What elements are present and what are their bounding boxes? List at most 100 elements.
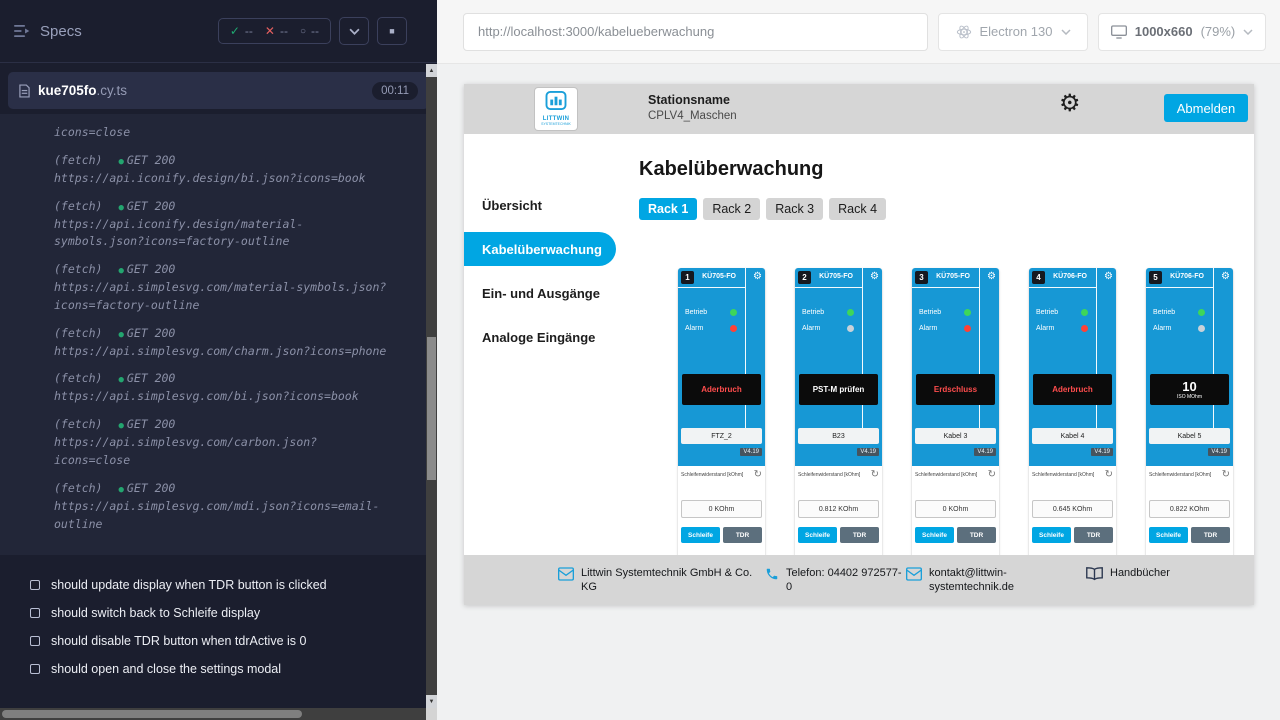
status-dot-icon: ● [118, 157, 123, 167]
device-settings-gear-icon[interactable]: ⚙ [753, 270, 762, 284]
tdr-button[interactable]: TDR [957, 527, 996, 543]
device-model-label: KÜ706-FO [1162, 273, 1212, 280]
rack-tab[interactable]: Rack 1 [639, 198, 697, 220]
fetch-log-entry[interactable]: (fetch)●GET 200 https://api.iconify.desi… [54, 152, 387, 188]
measurement-panel: Schleifenwiderstand [kOhm] ↻ 0 KOhm Schl… [912, 466, 999, 555]
http-status: GET 200 [127, 481, 175, 495]
refresh-icon[interactable]: ↻ [1222, 470, 1230, 480]
request-url: https://api.simplesvg.com/mdi.json?icons… [54, 498, 387, 534]
tdr-button[interactable]: TDR [1191, 527, 1230, 543]
measure-value: 0 KOhm [915, 500, 996, 518]
nav-item-label: Kabelüberwachung [482, 242, 602, 257]
http-status: GET 200 [127, 326, 175, 340]
stat-failed: ✕-- [265, 24, 288, 38]
refresh-icon[interactable]: ↻ [754, 470, 762, 480]
scrollbar-thumb[interactable] [427, 337, 436, 480]
device-settings-gear-icon[interactable]: ⚙ [1221, 270, 1230, 284]
test-row[interactable]: should open and close the settings modal [30, 655, 421, 683]
stop-run-button[interactable]: ■ [377, 17, 407, 45]
command-log: icons=close (fetch)●GET 200 https://api.… [0, 114, 437, 555]
device-model-label: KÜ705-FO [694, 273, 744, 280]
footer-phone: Telefon: 04402 972577-0 [765, 566, 904, 595]
test-stats-group: ✓-- ✕-- ○-- [218, 18, 331, 44]
viewport-size-select[interactable]: 1000x660 (79%) [1098, 13, 1266, 51]
specs-menu-button[interactable]: Specs [14, 23, 82, 40]
schleife-button[interactable]: Schleife [798, 527, 837, 543]
device-card: 5 KÜ706-FO ⚙ Betrieb Alarm [1146, 268, 1233, 555]
refresh-icon[interactable]: ↻ [1105, 470, 1113, 480]
measure-label: Schleifenwiderstand [kOhm] [798, 470, 860, 478]
collapse-button[interactable] [339, 17, 369, 45]
scroll-up-arrow[interactable]: ▲ [426, 64, 437, 77]
request-url: https://api.simplesvg.com/carbon.json?ic… [54, 434, 387, 470]
cable-name-field[interactable]: Kabel 3 [915, 428, 996, 444]
nav-item-label: Übersicht [482, 198, 542, 213]
alarm-led [1081, 325, 1088, 332]
rack-tab[interactable]: Rack 3 [766, 198, 823, 220]
cable-name-field[interactable]: FTZ_2 [681, 428, 762, 444]
status-display: Aderbruch [682, 374, 761, 405]
sidebar-nav-item[interactable]: Analoge Eingänge [464, 320, 619, 354]
http-status: GET 200 [127, 262, 175, 276]
app-header: LITTWIN SYSTEMTECHNIK Stationsname CPLV4… [464, 84, 1254, 134]
browser-stage: Electron 130 1000x660 (79%) LITTWIN SYST… [437, 0, 1280, 720]
fetch-log-entry[interactable]: (fetch)●GET 200 https://api.simplesvg.co… [54, 325, 387, 361]
divider [745, 268, 746, 430]
schleife-button[interactable]: Schleife [915, 527, 954, 543]
device-settings-gear-icon[interactable]: ⚙ [1104, 270, 1113, 284]
sidebar-nav-item[interactable]: Übersicht [464, 188, 619, 222]
x-icon: ✕ [265, 24, 275, 38]
device-card: 1 KÜ705-FO ⚙ Betrieb Alarm [678, 268, 765, 555]
fetch-log-entry[interactable]: (fetch)●GET 200 https://api.simplesvg.co… [54, 480, 387, 534]
firmware-version: V4.19 [1091, 448, 1113, 456]
rack-tab[interactable]: Rack 4 [829, 198, 886, 220]
cable-name-field[interactable]: B23 [798, 428, 879, 444]
cable-name-field[interactable]: Kabel 4 [1032, 428, 1113, 444]
browser-engine-select[interactable]: Electron 130 [938, 13, 1088, 51]
device-settings-gear-icon[interactable]: ⚙ [987, 270, 996, 284]
device-number-badge: 5 [1149, 271, 1162, 284]
device-number-badge: 1 [681, 271, 694, 284]
request-url: https://api.iconify.design/bi.json?icons… [54, 170, 387, 188]
tdr-button[interactable]: TDR [723, 527, 762, 543]
status-text: Erdschluss [934, 385, 977, 394]
settings-gear-icon[interactable]: ⚙ [1059, 92, 1081, 116]
tdr-button[interactable]: TDR [1074, 527, 1113, 543]
fetch-log-entry[interactable]: (fetch)●GET 200 https://api.simplesvg.co… [54, 370, 387, 406]
fetch-log-entry[interactable]: (fetch)●GET 200 https://api.iconify.desi… [54, 198, 387, 252]
book-icon [1086, 567, 1103, 581]
horizontal-scrollbar[interactable] [0, 708, 426, 720]
test-row[interactable]: should switch back to Schleife display [30, 599, 421, 627]
sidebar-nav-item[interactable]: Kabelüberwachung [464, 232, 616, 266]
betrieb-led [1198, 309, 1205, 316]
rack-tab[interactable]: Rack 2 [703, 198, 760, 220]
device-settings-gear-icon[interactable]: ⚙ [870, 270, 879, 284]
schleife-button[interactable]: Schleife [1032, 527, 1071, 543]
url-input[interactable] [463, 13, 928, 51]
device-model-label: KÜ706-FO [1045, 273, 1095, 280]
page-title: Kabelüberwachung [639, 158, 1254, 181]
vertical-scrollbar[interactable]: ▲ ▼ [426, 64, 437, 708]
refresh-icon[interactable]: ↻ [988, 470, 996, 480]
refresh-icon[interactable]: ↻ [871, 470, 879, 480]
betrieb-label: Betrieb [919, 309, 941, 316]
schleife-button[interactable]: Schleife [681, 527, 720, 543]
test-row[interactable]: should update display when TDR button is… [30, 571, 421, 599]
log-fragment[interactable]: icons=close [54, 124, 387, 142]
scroll-down-arrow[interactable]: ▼ [426, 695, 437, 708]
logout-button[interactable]: Abmelden [1164, 94, 1248, 122]
spec-file-row[interactable]: kue705fo.cy.ts 00:11 [8, 72, 429, 109]
footer-manuals-link[interactable]: Handbücher [1086, 566, 1170, 581]
test-row[interactable]: should disable TDR button when tdrActive… [30, 627, 421, 655]
scrollbar-thumb[interactable] [2, 710, 302, 718]
monitor-icon [1111, 25, 1127, 39]
device-number-badge: 4 [1032, 271, 1045, 284]
fetch-log-entry[interactable]: (fetch)●GET 200 https://api.simplesvg.co… [54, 416, 387, 470]
fetch-log-entry[interactable]: (fetch)●GET 200 https://api.simplesvg.co… [54, 261, 387, 315]
schleife-button[interactable]: Schleife [1149, 527, 1188, 543]
nav-item-label: Ein- und Ausgänge [482, 286, 600, 301]
cable-name-field[interactable]: Kabel 5 [1149, 428, 1230, 444]
sidebar-nav-item[interactable]: Ein- und Ausgänge [464, 276, 619, 310]
engine-label: Electron 130 [980, 24, 1053, 39]
tdr-button[interactable]: TDR [840, 527, 879, 543]
